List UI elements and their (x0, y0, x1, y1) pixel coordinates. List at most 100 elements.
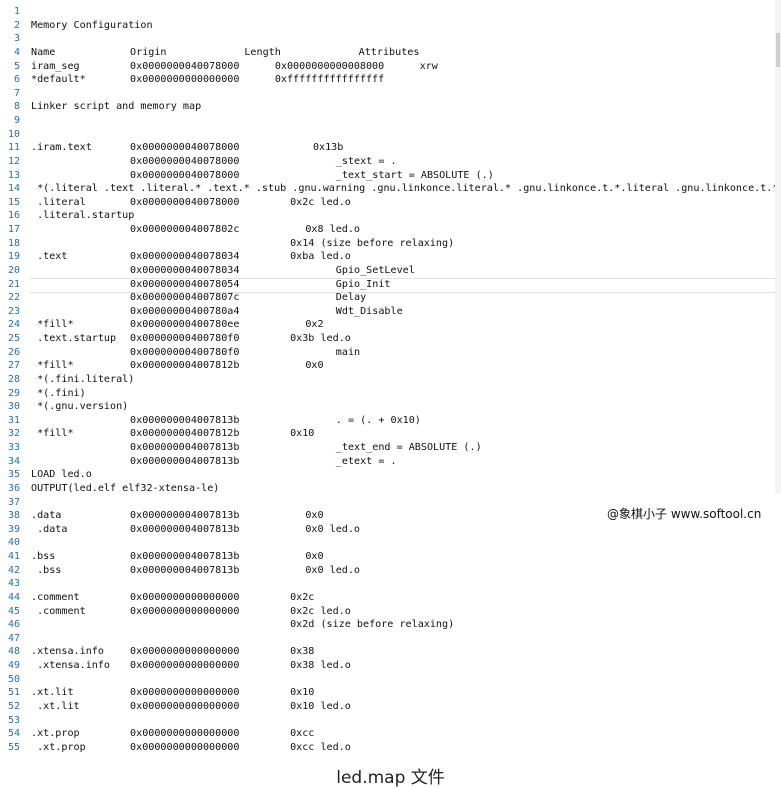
code-line[interactable]: *(.fini) (31, 387, 777, 401)
code-line[interactable]: 0x0000000040078034 Gpio_SetLevel (31, 264, 777, 278)
code-line[interactable] (31, 714, 777, 728)
code-line[interactable]: 0x000000004007813b . = (. + 0x10) (31, 414, 777, 428)
code-text: 0x000000004007813b (130, 414, 240, 426)
code-text: OUTPUT(led.elf elf32-xtensa-le) (31, 482, 220, 494)
code-line[interactable]: 0x000000004007813b _text_end = ABSOLUTE (… (31, 441, 777, 455)
code-text: 0x000000004007813b (130, 455, 240, 467)
code-text: *(.fini.literal) (31, 373, 135, 385)
code-line[interactable]: *fill* 0x000000004007812b 0x0 (31, 359, 777, 373)
code-line[interactable]: 0x000000004007802c 0x8 led.o (31, 223, 777, 237)
code-line[interactable]: .literal.startup (31, 209, 777, 223)
code-line[interactable]: .xtensa.info 0x0000000000000000 0x38 (31, 645, 777, 659)
code-text: *default* (31, 74, 86, 86)
code-line[interactable] (31, 114, 777, 128)
code-line[interactable] (31, 87, 777, 101)
code-line[interactable]: *fill* 0x000000004007812b 0x10 (31, 427, 777, 441)
code-text: xrw (419, 60, 438, 72)
code-line[interactable]: .comment 0x0000000000000000 0x2c (31, 591, 777, 605)
code-text: Memory Configuration (31, 19, 153, 31)
code-line[interactable]: 0x000000004007807c Delay (31, 291, 777, 305)
code-text: 0x0000000040078000 (130, 155, 240, 167)
line-number: 32 (7, 428, 20, 440)
code-line[interactable]: .bss 0x000000004007813b 0x0 (31, 550, 777, 564)
code-line[interactable]: .comment 0x0000000000000000 0x2c led.o (31, 605, 777, 619)
code-line[interactable] (31, 673, 777, 687)
line-number: 6 (13, 74, 20, 86)
code-line[interactable]: 0x0000000040078000 _stext = . (31, 155, 777, 169)
code-line[interactable]: .data 0x000000004007813b 0x0 led.o (31, 523, 777, 537)
line-number: 13 (7, 169, 20, 181)
vertical-scrollbar[interactable] (775, 0, 781, 494)
code-line[interactable]: Linker script and memory map (31, 100, 777, 114)
code-line[interactable] (31, 128, 777, 142)
code-line[interactable]: *(.gnu.version) (31, 400, 777, 414)
code-text: 0xba led.o (290, 251, 351, 263)
code-line[interactable]: 0x0000000040078054 Gpio_Init (29, 277, 781, 293)
code-text: _stext = . (335, 155, 397, 167)
code-text: 0x000000004007807c (130, 292, 240, 304)
code-line[interactable] (31, 5, 777, 19)
code-text: 0xcc (290, 728, 315, 740)
code-line[interactable]: *(.fini.literal) (31, 373, 777, 387)
code-line[interactable] (31, 32, 777, 46)
code-line[interactable]: *default* 0x0000000000000000 0xfffffffffff… (31, 73, 777, 87)
code-line[interactable]: .text 0x0000000040078034 0xba led.o (31, 250, 777, 264)
code-line[interactable]: .xt.lit 0x0000000000000000 0x10 (31, 686, 777, 700)
figure-caption: led.map 文件 (336, 768, 445, 788)
code-text: 0x2c led.o (290, 605, 351, 617)
code-line[interactable]: Name Origin Length Attributes (31, 46, 777, 60)
code-line[interactable]: 0x000000004007813b _etext = . (31, 455, 777, 469)
code-line[interactable]: .xt.lit 0x0000000000000000 0x10 led.o (31, 700, 777, 714)
code-line[interactable]: 0x00000000400780f0 main (31, 346, 777, 360)
code-text: .literal.startup (31, 210, 135, 222)
code-text: *fill* (31, 360, 74, 372)
line-number: 43 (7, 578, 20, 590)
code-area[interactable]: Memory Configuration Name Origin Length Attr… (29, 5, 781, 755)
code-text: .comment (31, 591, 80, 603)
code-text: Gpio_Init (335, 278, 391, 290)
code-line[interactable]: iram_seg 0x0000000040078000 0x000000000000… (31, 60, 777, 74)
code-text: 0x0 (305, 510, 324, 522)
code-text: 0x0000000040078000 (130, 60, 240, 72)
code-line[interactable]: OUTPUT(led.elf elf32-xtensa-le) (31, 482, 777, 496)
code-text: Gpio_SetLevel (335, 264, 415, 276)
line-number: 25 (7, 333, 20, 344)
code-line[interactable] (31, 632, 777, 646)
code-text: 0x38 (290, 646, 315, 658)
code-text: 0x2c (290, 591, 315, 603)
code-line[interactable]: .text.startup 0x00000000400780f0 0x3b led.… (31, 332, 777, 346)
line-number: 36 (7, 482, 20, 494)
code-text: 0x00000000400780ee (130, 319, 240, 331)
code-line[interactable] (31, 577, 777, 591)
code-line[interactable]: .xt.prop 0x0000000000000000 0xcc (31, 727, 777, 741)
code-text: 0x000000004007813b (130, 564, 240, 576)
code-text: 0x8 led.o (305, 224, 361, 235)
watermark: @象棋小子 www.softool.cn (607, 507, 762, 521)
code-text: 0x0 led.o (305, 564, 361, 576)
code-line[interactable]: LOAD led.o (31, 468, 777, 482)
code-text: 0x0000000040078054 (130, 278, 240, 290)
code-line[interactable]: .xt.prop 0x0000000000000000 0xcc led.o (31, 741, 777, 755)
code-text: Linker script and memory map (31, 101, 202, 113)
code-text: .xtensa.info (31, 660, 111, 671)
code-line[interactable]: *fill* 0x00000000400780ee 0x2 (31, 318, 777, 332)
scrollbar-thumb[interactable] (776, 33, 780, 67)
code-line[interactable]: 0x00000000400780a4 Wdt_Disable (31, 305, 777, 319)
code-text: _text_start = ABSOLUTE (.) (335, 169, 494, 181)
code-line[interactable]: .iram.text 0x0000000040078000 0x13b (31, 141, 777, 155)
text-editor[interactable]: 1 2 3 4 5 6 7 8 9 10 11 12 13 14 15 16 17 18 19 20 21 22 23 24 2… (0, 0, 781, 758)
code-line[interactable]: 0x14 (size before relaxing) (31, 237, 777, 251)
code-line[interactable]: .bss 0x000000004007813b 0x0 led.o (31, 564, 777, 578)
code-line[interactable]: .literal 0x0000000040078000 0x2c led.o (31, 196, 777, 210)
code-text: 0x000000004007812b (130, 360, 240, 372)
code-text: .xtensa.info (31, 646, 104, 658)
code-line[interactable]: 0x2d (size before relaxing) (31, 618, 777, 632)
code-line[interactable]: Memory Configuration (31, 19, 777, 33)
code-line[interactable]: 0x0000000040078000 _text_start = ABSOLUTE… (31, 169, 777, 183)
line-number: 3 (13, 33, 20, 45)
code-line[interactable]: *(.literal .text .literal.* .text.* .stu… (31, 182, 781, 196)
code-text: 0x0000000000000000 (130, 74, 240, 86)
code-line[interactable] (31, 536, 777, 550)
code-text: *(.gnu.version) (31, 401, 129, 413)
code-line[interactable]: .xtensa.info 0x0000000000000000 0x38 led.o (31, 659, 777, 673)
